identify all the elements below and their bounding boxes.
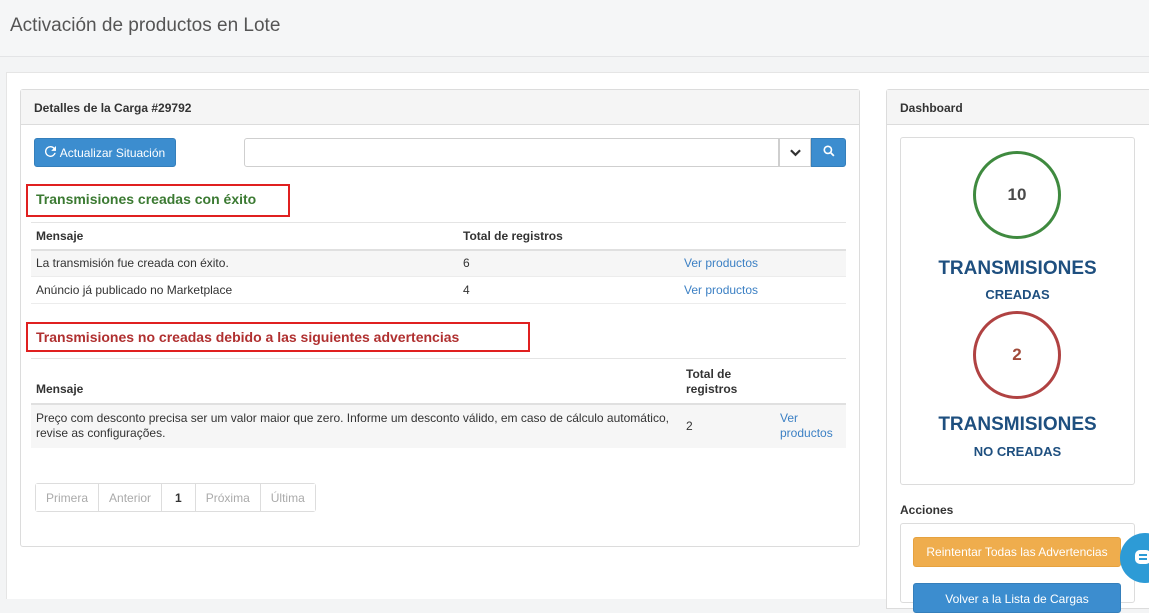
row-message: Anúncio já publicado no Marketplace: [36, 283, 233, 297]
column-header-message: Mensaje: [36, 381, 84, 396]
view-products-link[interactable]: Ver productos: [780, 411, 833, 440]
back-to-loads-button[interactable]: Volver a la Lista de Cargas: [913, 583, 1121, 613]
column-header-total: Total de registros: [686, 366, 738, 396]
row-message: Preço com desconto precisa ser um valor …: [36, 411, 669, 440]
column-header-action: [679, 223, 846, 250]
pagination-last[interactable]: Última: [260, 484, 315, 511]
success-table: Mensaje Total de registros La transmisió…: [31, 222, 846, 304]
column-header-total: Total de registros: [463, 228, 563, 243]
created-count: 10: [1007, 185, 1027, 204]
search-bar: [244, 138, 846, 167]
created-label-sub: CREADAS: [985, 287, 1050, 302]
row-message: La transmisión fue creada con éxito.: [36, 256, 229, 271]
refresh-icon: [44, 145, 56, 160]
table-row: La transmisión fue creada con éxito. 6 V…: [31, 249, 846, 277]
search-input[interactable]: [244, 138, 779, 167]
not-created-label-main: TRANSMISIONES: [938, 414, 1097, 435]
table-row: Anúncio já publicado no Marketplace 4 Ve…: [31, 277, 846, 304]
created-count-circle: 10: [973, 151, 1061, 239]
row-total: 4: [463, 283, 470, 297]
refresh-status-label: Actualizar Situación: [59, 145, 166, 160]
column-header-message: Mensaje: [36, 228, 84, 243]
search-icon: [822, 145, 835, 160]
not-created-label-sub: NO CREADAS: [973, 444, 1062, 459]
retry-all-warnings-button[interactable]: Reintentar Todas las Advertencias: [913, 537, 1121, 567]
warning-section-title: Transmisiones no creadas debido a las si…: [26, 322, 530, 352]
not-created-count-circle: 2: [973, 311, 1061, 399]
pagination-first[interactable]: Primera: [36, 484, 100, 511]
warning-table: Mensaje Total de registros Preço com des…: [31, 358, 846, 448]
pagination-next[interactable]: Próxima: [195, 484, 261, 511]
view-products-link[interactable]: Ver productos: [684, 283, 758, 297]
chat-icon: [1135, 549, 1149, 567]
back-to-loads-label: Volver a la Lista de Cargas: [945, 592, 1089, 606]
page-header: Activación de productos en Lote: [0, 0, 1149, 57]
table-row: Preço com desconto precisa ser um valor …: [31, 403, 846, 448]
retry-all-warnings-label: Reintentar Todas las Advertencias: [926, 545, 1108, 559]
dashboard-heading: Dashboard: [887, 90, 1149, 125]
created-label-main: TRANSMISIONES: [938, 258, 1097, 279]
not-created-count: 2: [1012, 345, 1022, 364]
pagination-current[interactable]: 1: [162, 484, 196, 511]
column-header-action: [775, 359, 846, 404]
view-products-link[interactable]: Ver productos: [684, 256, 758, 270]
search-button[interactable]: [811, 138, 846, 167]
pagination: Primera Anterior 1 Próxima Última: [35, 483, 316, 512]
pagination-prev[interactable]: Anterior: [99, 484, 163, 511]
refresh-status-button[interactable]: Actualizar Situación: [34, 138, 176, 167]
load-details-heading: Detalles de la Carga #29792: [21, 90, 859, 125]
chevron-down-icon: [789, 146, 801, 160]
actions-heading: Acciones: [900, 503, 954, 517]
table-header-row: Mensaje Total de registros: [31, 222, 846, 250]
row-total: 2: [686, 418, 693, 433]
success-section-title: Transmisiones creadas con éxito: [26, 184, 290, 217]
search-dropdown-toggle[interactable]: [779, 138, 811, 167]
table-header-row: Mensaje Total de registros: [31, 358, 846, 404]
row-total: 6: [463, 256, 470, 271]
page-title: Activación de productos en Lote: [10, 15, 281, 36]
